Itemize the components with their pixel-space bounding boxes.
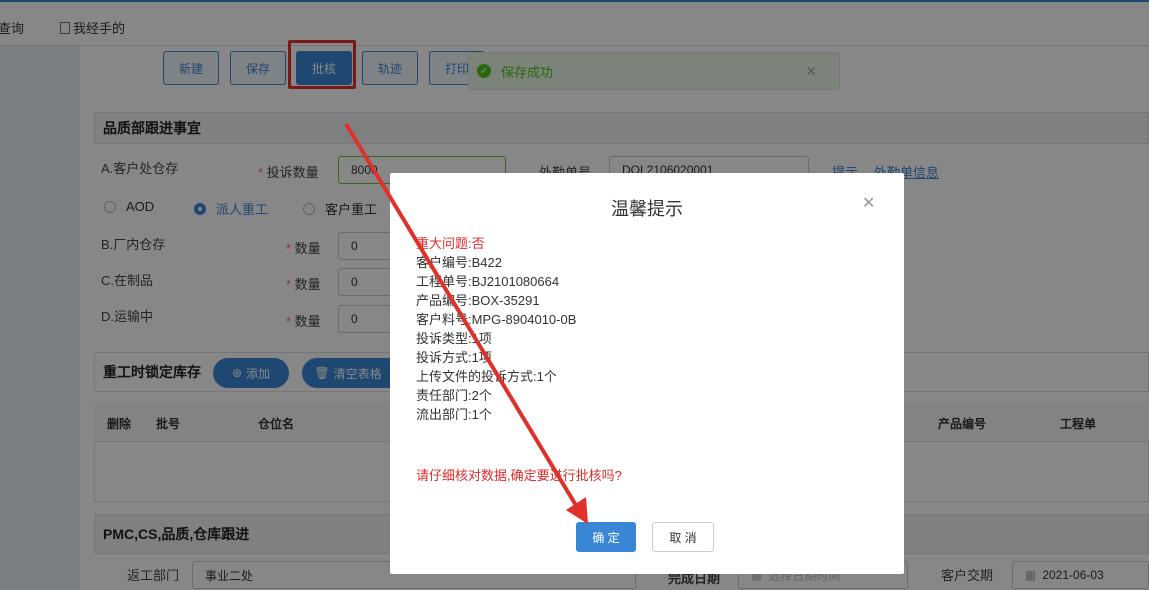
arrow-line: [344, 122, 582, 514]
arrow-head: [566, 497, 588, 524]
annotation-arrow: [344, 122, 588, 524]
